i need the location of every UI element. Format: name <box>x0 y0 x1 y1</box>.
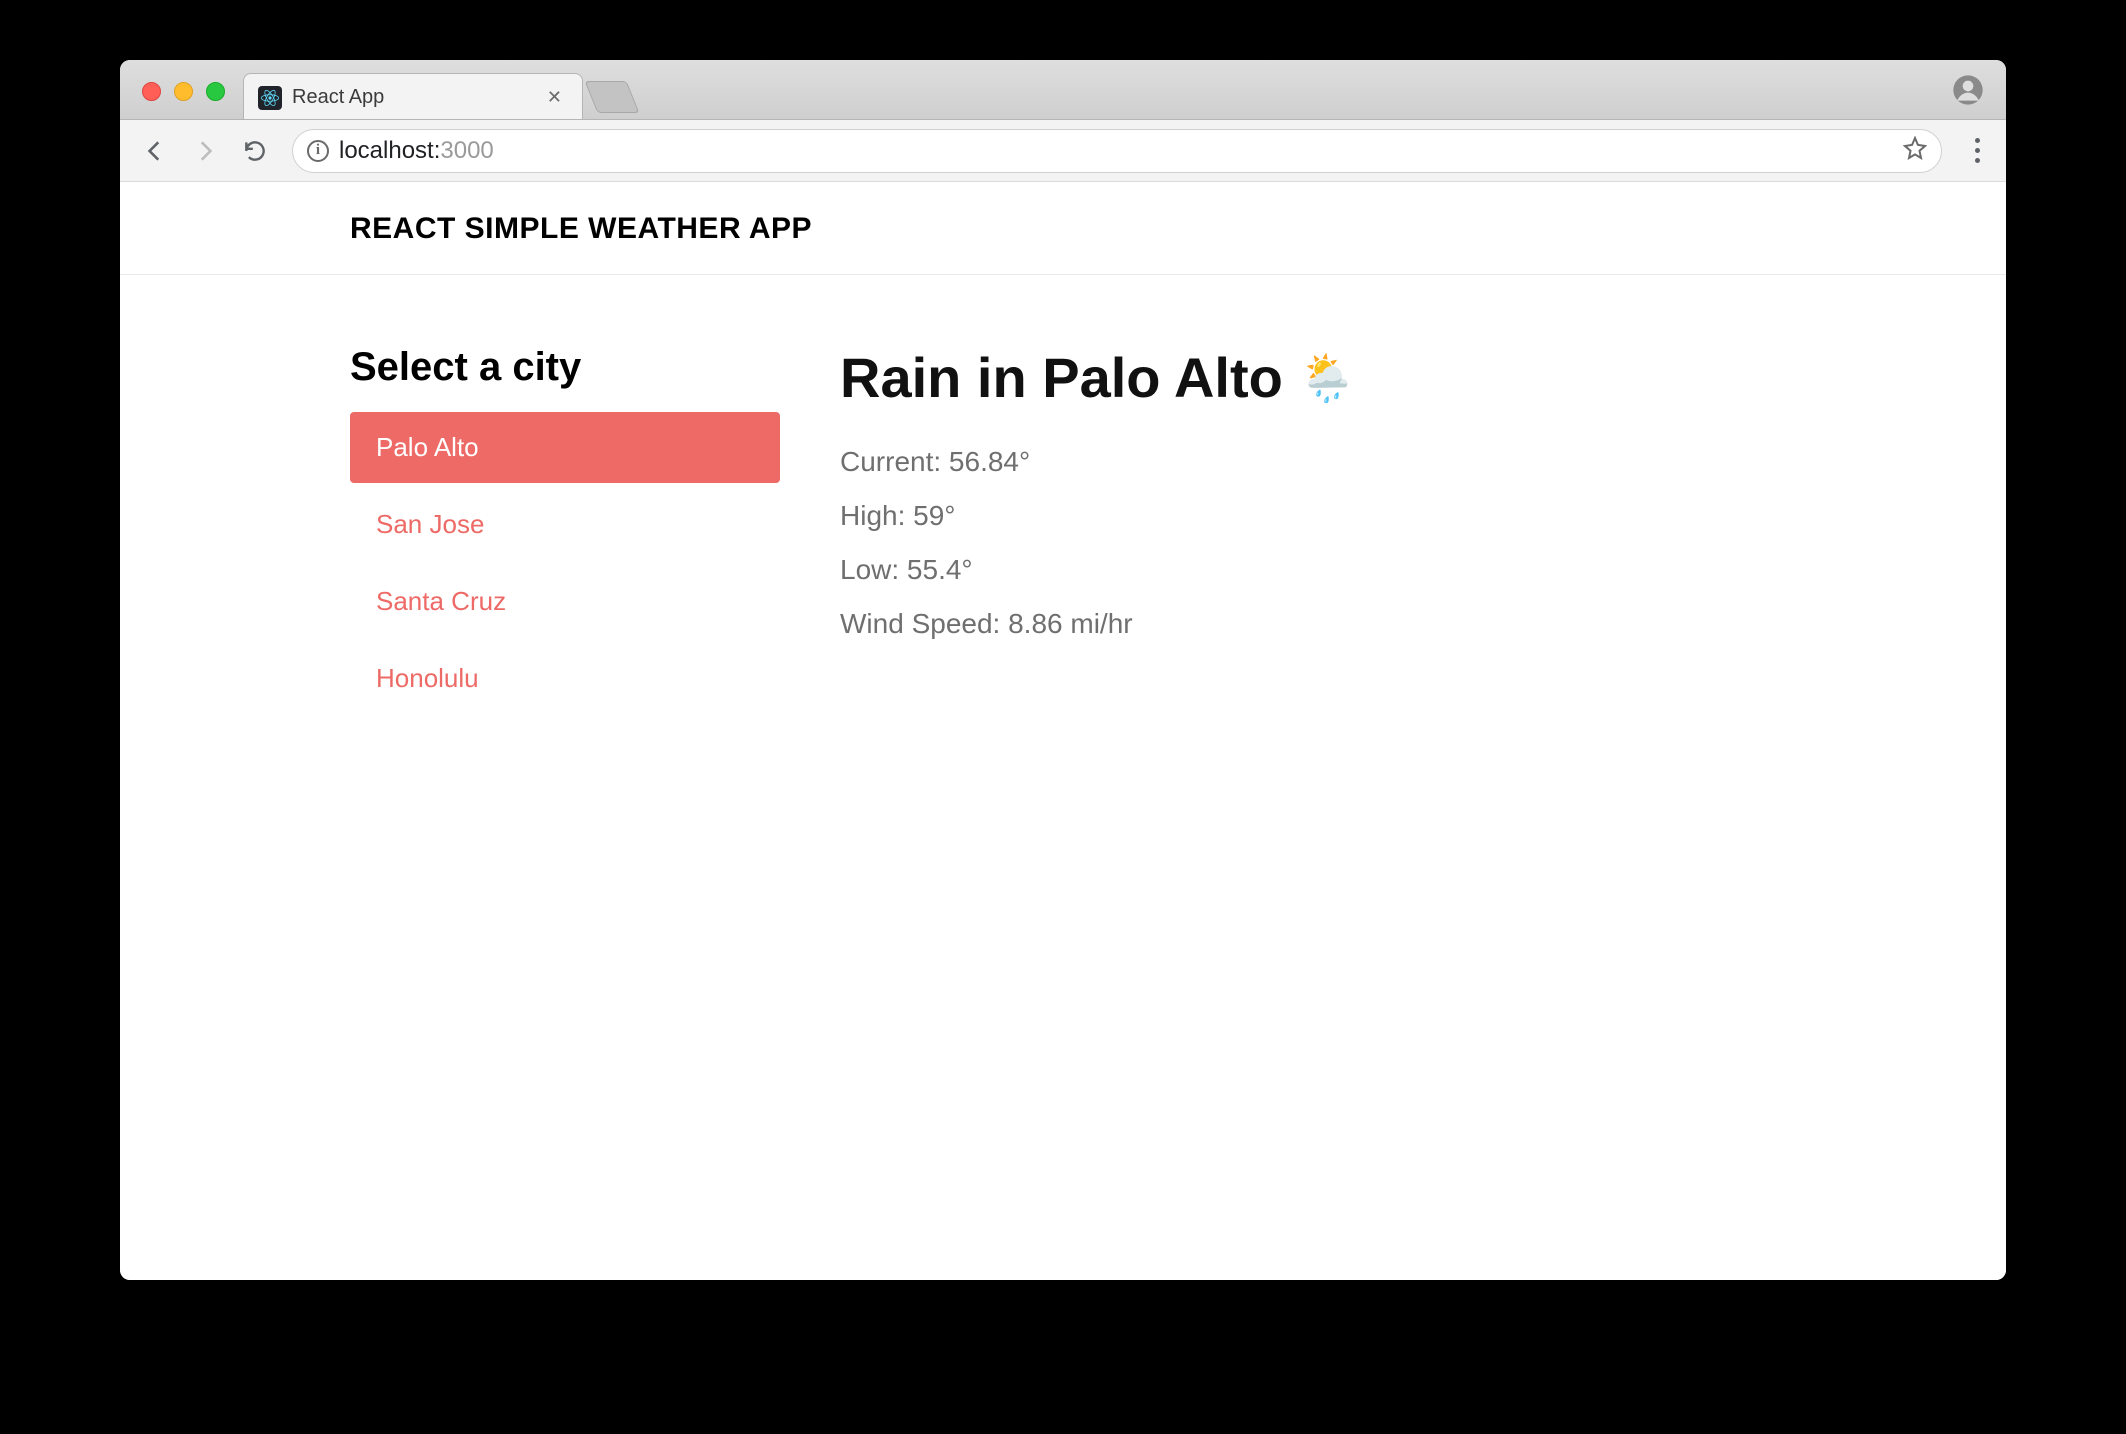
window-zoom-button[interactable] <box>206 82 225 101</box>
stat-high: High: 59° <box>840 500 2006 532</box>
city-sidebar: Select a city Palo Alto San Jose Santa C… <box>350 345 780 720</box>
stat-low: Low: 55.4° <box>840 554 2006 586</box>
city-item-honolulu[interactable]: Honolulu <box>350 643 780 714</box>
window-close-button[interactable] <box>142 82 161 101</box>
stat-wind: Wind Speed: 8.86 mi/hr <box>840 608 2006 640</box>
tab-title: React App <box>292 86 533 109</box>
site-info-icon[interactable]: i <box>307 140 329 162</box>
browser-toolbar: i localhost:3000 <box>120 120 2006 182</box>
city-item-san-jose[interactable]: San Jose <box>350 489 780 560</box>
window-controls <box>142 82 225 101</box>
headline-text: Rain in Palo Alto <box>840 345 1283 410</box>
weather-details: Rain in Palo Alto 🌦️ Current: 56.84° Hig… <box>840 345 2006 720</box>
browser-window: React App ✕ i localhost:3000 REACT SI <box>120 60 2006 1280</box>
city-list: Palo Alto San Jose Santa Cruz Honolulu <box>350 412 780 714</box>
bookmark-star-icon[interactable] <box>1903 136 1927 165</box>
url-port: 3000 <box>440 137 493 164</box>
window-minimize-button[interactable] <box>174 82 193 101</box>
city-item-santa-cruz[interactable]: Santa Cruz <box>350 566 780 637</box>
stat-current: Current: 56.84° <box>840 446 2006 478</box>
sidebar-heading: Select a city <box>350 345 780 390</box>
url-host: localhost: <box>339 137 440 164</box>
address-bar[interactable]: i localhost:3000 <box>292 129 1942 173</box>
new-tab-button[interactable] <box>585 81 640 113</box>
app-header: REACT SIMPLE WEATHER APP <box>120 182 2006 275</box>
weather-headline: Rain in Palo Alto 🌦️ <box>840 345 2006 410</box>
browser-tab[interactable]: React App ✕ <box>243 73 583 119</box>
app-title: REACT SIMPLE WEATHER APP <box>350 212 2006 246</box>
url-text: localhost:3000 <box>339 137 494 165</box>
city-item-palo-alto[interactable]: Palo Alto <box>350 412 780 483</box>
tab-close-button[interactable]: ✕ <box>543 85 566 110</box>
back-button[interactable] <box>134 130 176 172</box>
page-viewport: REACT SIMPLE WEATHER APP Select a city P… <box>120 182 2006 1280</box>
weather-icon: 🌦️ <box>1299 355 1356 401</box>
app-body: Select a city Palo Alto San Jose Santa C… <box>120 275 2006 720</box>
browser-tab-bar: React App ✕ <box>120 60 2006 120</box>
forward-button[interactable] <box>184 130 226 172</box>
browser-menu-button[interactable] <box>1958 130 1996 172</box>
reload-button[interactable] <box>234 130 276 172</box>
profile-icon[interactable] <box>1952 74 1984 111</box>
react-favicon-icon <box>258 86 282 110</box>
